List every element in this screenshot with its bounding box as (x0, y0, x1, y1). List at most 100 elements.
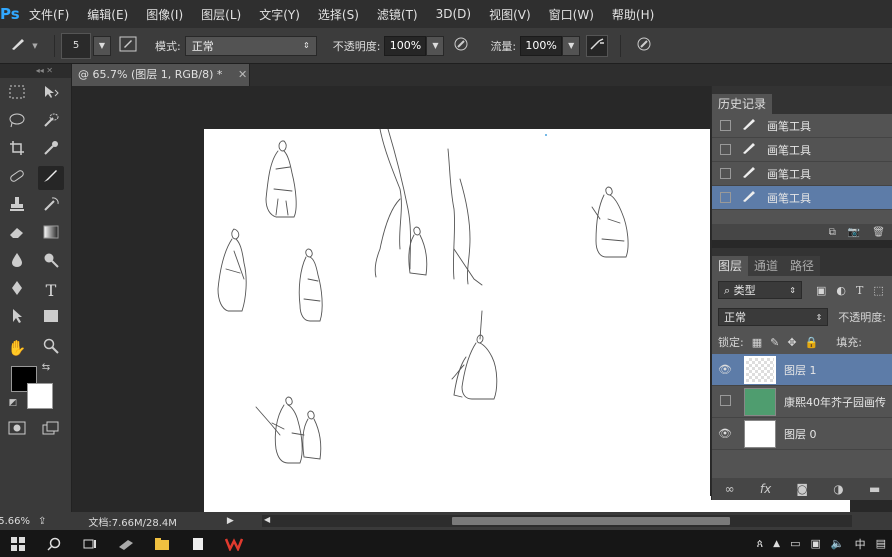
file-explorer-icon[interactable] (144, 530, 180, 557)
chevron-up-icon[interactable]: ▲ (773, 539, 780, 549)
tab-paths[interactable]: 路径 (784, 256, 821, 276)
menu-view[interactable]: 视图(V) (480, 6, 540, 23)
lock-image-icon[interactable]: ✎ (770, 336, 779, 349)
camera-icon[interactable]: 📷 (848, 227, 860, 238)
status-menu-arrow[interactable]: ▶ (227, 516, 234, 526)
eraser-tool[interactable] (4, 222, 30, 246)
history-snapshot-checkbox[interactable] (720, 168, 731, 179)
pressure-size-button[interactable] (633, 35, 655, 57)
history-item[interactable]: 画笔工具 (712, 114, 892, 138)
flow-slider-toggle[interactable]: ▼ (562, 35, 581, 56)
lock-all-icon[interactable]: 🔒 (805, 336, 819, 349)
filter-type-icon[interactable]: T (856, 284, 863, 297)
task-view-icon[interactable] (72, 530, 108, 557)
menu-layer[interactable]: 图层(L) (192, 6, 250, 23)
rectangle-tool[interactable] (38, 306, 64, 330)
folder-icon[interactable]: ▬ (869, 482, 880, 496)
clone-stamp-tool[interactable] (4, 194, 30, 218)
scroll-left-icon[interactable]: ◀ (264, 515, 270, 524)
hand-tool[interactable]: ✋ (4, 336, 30, 360)
lock-transparent-icon[interactable]: ▦ (752, 336, 762, 349)
marquee-tool[interactable] (4, 82, 30, 106)
opacity-slider-toggle[interactable]: ▼ (426, 35, 445, 56)
tab-history[interactable]: 历史记录 (712, 94, 773, 114)
filter-adjustment-icon[interactable]: ◐ (836, 284, 846, 297)
input-method-indicator[interactable]: 中 (855, 536, 866, 552)
filter-pixel-icon[interactable]: ▣ (816, 284, 826, 297)
app-icon[interactable] (108, 530, 144, 557)
lasso-tool[interactable] (4, 110, 30, 134)
history-item[interactable]: 画笔工具 (712, 162, 892, 186)
collapse-icon[interactable]: ◂◂ ✕ (0, 64, 71, 78)
history-brush-tool[interactable] (38, 194, 64, 218)
brush-tool[interactable] (38, 166, 64, 190)
battery-icon[interactable]: ▭ (790, 537, 800, 550)
filter-shape-icon[interactable]: ⬚ (873, 284, 883, 297)
brush-panel-toggle[interactable] (117, 35, 139, 57)
menu-help[interactable]: 帮助(H) (603, 6, 663, 23)
opacity-input[interactable]: 100% (384, 35, 427, 56)
swap-colors-icon[interactable]: ⇆ (38, 360, 54, 374)
flow-input[interactable]: 100% (520, 35, 563, 56)
tab-layers[interactable]: 图层 (712, 256, 749, 276)
brush-picker-arrow[interactable]: ▼ (93, 35, 111, 56)
history-snapshot-checkbox[interactable] (720, 144, 731, 155)
notification-icon[interactable]: ▤ (876, 537, 886, 550)
dodge-tool[interactable] (38, 250, 64, 274)
eyedropper-tool[interactable] (38, 138, 64, 162)
blur-tool[interactable] (4, 250, 30, 274)
scroll-thumb[interactable] (452, 517, 730, 525)
menu-window[interactable]: 窗口(W) (540, 6, 603, 23)
tab-channels[interactable]: 通道 (748, 256, 785, 276)
document-app-icon[interactable] (180, 530, 216, 557)
screen-mode-button[interactable] (38, 418, 64, 442)
pen-tool[interactable] (4, 278, 30, 302)
menu-file[interactable]: 文件(F) (20, 6, 78, 23)
lock-position-icon[interactable]: ✥ (787, 336, 796, 349)
search-icon[interactable] (36, 530, 72, 557)
export-icon[interactable]: ⇪ (38, 516, 46, 527)
quick-selection-tool[interactable] (38, 110, 64, 134)
visibility-toggle[interactable] (712, 394, 738, 409)
horizontal-scrollbar[interactable]: ◀ (262, 515, 852, 527)
layer-row[interactable]: 👁 图层 1 (712, 354, 892, 386)
menu-image[interactable]: 图像(I) (137, 6, 192, 23)
airbrush-button[interactable] (586, 34, 609, 57)
trash-icon[interactable]: 🗑 (872, 227, 885, 238)
layer-row[interactable]: 👁 图层 0 (712, 418, 892, 450)
path-selection-tool[interactable] (4, 306, 30, 330)
document-tab[interactable]: @ 65.7% (图层 1, RGB/8) * ✕ (72, 64, 250, 86)
layer-row[interactable]: 康熙40年芥子园画传 (712, 386, 892, 418)
layer-blend-mode-select[interactable]: 正常 ⇕ (718, 308, 829, 326)
layer-filter-select[interactable]: ⌕ 类型 ⇕ (718, 281, 802, 299)
people-icon[interactable]: ጰ (757, 537, 764, 551)
zoom-level[interactable]: 65.66% (0, 516, 30, 527)
menu-3d[interactable]: 3D(D) (427, 7, 480, 21)
gradient-tool[interactable] (38, 222, 64, 246)
zoom-tool[interactable] (38, 336, 64, 360)
move-tool[interactable] (38, 82, 64, 106)
add-mask-icon[interactable]: ◙ (796, 482, 808, 496)
menu-filter[interactable]: 滤镜(T) (368, 6, 427, 23)
volume-icon[interactable]: 🔈 (831, 537, 845, 550)
history-item-selected[interactable]: 画笔工具 (712, 186, 892, 210)
brush-size-picker[interactable]: 5 (61, 32, 91, 59)
close-icon[interactable]: ✕ (238, 68, 247, 81)
menu-select[interactable]: 选择(S) (309, 6, 368, 23)
windows-start-icon[interactable] (0, 530, 36, 557)
crop-tool[interactable] (4, 138, 30, 162)
type-tool[interactable]: T (38, 278, 64, 302)
wps-office-icon[interactable] (216, 530, 252, 557)
history-snapshot-checkbox[interactable] (720, 192, 731, 203)
eye-icon[interactable]: 👁 (712, 363, 738, 376)
background-color-swatch[interactable] (27, 383, 53, 409)
adjustment-layer-icon[interactable]: ◑ (833, 482, 843, 496)
new-document-from-state-icon[interactable]: ⧉ (829, 227, 836, 238)
link-icon[interactable]: ∞ (725, 482, 735, 496)
quick-mask-button[interactable] (4, 418, 30, 442)
eye-icon[interactable]: 👁 (712, 427, 738, 440)
blend-mode-select[interactable]: 正常 ⇕ (184, 35, 317, 56)
healing-brush-tool[interactable] (4, 166, 30, 190)
history-snapshot-checkbox[interactable] (720, 120, 731, 131)
tool-preset-picker[interactable]: ▼ (0, 28, 48, 64)
